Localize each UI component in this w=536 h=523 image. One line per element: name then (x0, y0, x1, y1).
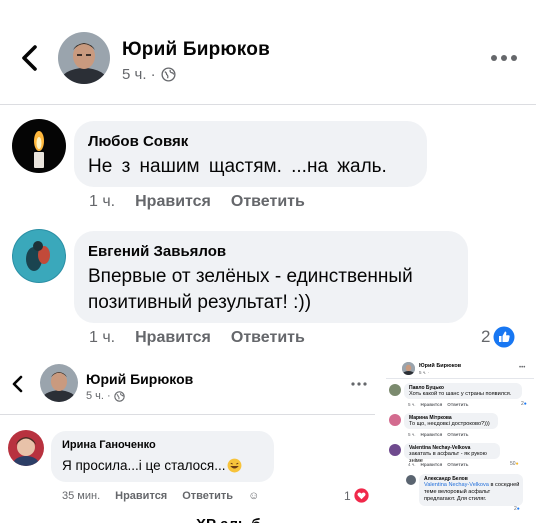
more-options-icon[interactable] (488, 48, 520, 68)
comment-actions: 4 ч. Нравится Ответить (408, 462, 469, 467)
like-reaction-icon (493, 326, 515, 348)
comment-time: 5 ч. (408, 432, 416, 437)
comment-actions: 1 ч. Нравится Ответить (89, 193, 305, 211)
mention-link: Valentina Nechay-Velkova (424, 482, 489, 488)
reaction-count[interactable]: 2 (481, 326, 515, 348)
reply-button[interactable]: Ответить (231, 329, 305, 347)
comment-time: 5 ч. (408, 402, 416, 407)
globe-icon (161, 67, 176, 82)
comment-time[interactable]: 35 мин. (62, 490, 100, 502)
commenter-avatar[interactable] (8, 430, 44, 466)
comment-bubble: Valentina Nechay-Velkova закатать в асфа… (404, 443, 500, 464)
like-button[interactable]: Нравится (115, 490, 167, 502)
emoji-reaction-icon[interactable]: ☺ (248, 490, 259, 502)
comment-text-line: позитивный результат! :)) (88, 292, 312, 313)
like-button[interactable]: Нравится (135, 193, 211, 211)
comment-actions: 5 ч. Нравится Ответить (408, 432, 469, 437)
comment-time[interactable]: 1 ч. (89, 193, 115, 211)
comment-bubble: Марина Мітркова То що, неєдовєі достроко… (404, 413, 498, 429)
like-button: Нравится (420, 462, 443, 467)
comment-bubble: Александр Белов Valentina Nechay-Velkova… (419, 474, 523, 506)
commenter-avatar (389, 384, 401, 396)
comment-text-block: Valentina Nechay-Velkova в соседней теме… (424, 482, 520, 503)
post-author-name[interactable]: Юрий Бирюков (122, 39, 270, 61)
comment-author[interactable]: Любов Совяк (88, 133, 188, 150)
comment-text: Хоть какой то шанс у страны появился. (409, 391, 512, 397)
author-avatar[interactable] (58, 32, 110, 84)
reaction-count-value: 1 (344, 488, 351, 503)
comment-bubble: Евгений Завьялов Впервые от зелёных - ед… (74, 231, 468, 323)
reply-button: Ответить (447, 432, 469, 437)
post-author-name: Юрий Бирюков (419, 363, 462, 369)
like-reaction-icon: ● (516, 506, 520, 512)
laugh-reaction-icon: ● (515, 461, 519, 467)
comment-author[interactable]: Ирина Ганоченко (62, 439, 156, 451)
comment-text: Я просила...і це сталося... (62, 458, 226, 473)
thumbnail-screenshot: Юрий Бирюков 5 ч. · ••• Павло Буцько Хот… (386, 356, 534, 518)
reaction-count: 2● (521, 401, 527, 407)
more-options-icon[interactable] (350, 380, 368, 388)
post-time[interactable]: 5 ч. · (122, 66, 156, 83)
globe-icon (113, 390, 125, 402)
reaction-count-value: 2 (481, 327, 491, 346)
commenter-avatar[interactable] (12, 229, 66, 283)
reaction-count[interactable]: 1 (344, 488, 369, 503)
back-chevron-icon[interactable] (18, 44, 42, 72)
reaction-count: 50● (510, 461, 519, 467)
post-time: 5 ч. · (419, 370, 430, 375)
comment-time: 4 ч. (408, 462, 416, 467)
post-meta: 5 ч. · (122, 66, 176, 83)
comment-bubble: Ирина Ганоченко Я просила...і це сталося… (51, 431, 274, 482)
like-button[interactable]: Нравится (135, 329, 211, 347)
commenter-avatar (389, 444, 401, 456)
like-reaction-icon: ● (523, 401, 527, 407)
comment-actions: 1 ч. Нравится Ответить (89, 329, 305, 347)
commenter-avatar (406, 475, 416, 485)
back-chevron-icon[interactable] (10, 374, 26, 394)
header-divider (386, 378, 534, 379)
comment-author[interactable]: Евгений Завьялов (88, 243, 226, 260)
comment-text: Не з нашим щастям. ...на жаль. (88, 156, 387, 177)
commenter-avatar[interactable] (12, 119, 66, 173)
laughing-emoji-icon (228, 458, 242, 473)
commenter-avatar (389, 414, 401, 426)
post-meta: 5 ч. · (86, 390, 125, 402)
post-author-name[interactable]: Юрий Бирюков (86, 371, 193, 387)
author-avatar[interactable] (40, 364, 78, 402)
comment-text-row: Я просила...і це сталося... (62, 458, 242, 473)
like-button: Нравится (420, 402, 443, 407)
header-divider (0, 414, 375, 415)
header-divider (0, 104, 536, 105)
reply-button[interactable]: Ответить (182, 490, 233, 502)
more-options-icon: ••• (519, 365, 526, 371)
like-button: Нравится (420, 432, 443, 437)
comment-text: То що, неєдовєі достроково?))) (409, 421, 490, 427)
reaction-count: 2● (514, 506, 520, 512)
comment-actions: 35 мин. Нравится Ответить ☺ (62, 490, 259, 502)
comment-text-line: Впервые от зелёных - единственный (88, 266, 413, 287)
comment-time[interactable]: 1 ч. (89, 329, 115, 347)
author-avatar (402, 362, 415, 375)
comment-bubble: Любов Совяк Не з нашим щастям. ...на жал… (74, 121, 427, 187)
comment-actions: 5 ч. Нравится Ответить (408, 402, 469, 407)
reply-button[interactable]: Ответить (231, 193, 305, 211)
post-time[interactable]: 5 ч. · (86, 390, 111, 402)
cut-off-caption: ΧΡ аль б (196, 517, 261, 523)
love-reaction-icon (354, 488, 369, 503)
reply-button: Ответить (447, 402, 469, 407)
reply-button: Ответить (447, 462, 469, 467)
comment-bubble: Павло Буцько Хоть какой то шанс у страны… (404, 383, 522, 399)
